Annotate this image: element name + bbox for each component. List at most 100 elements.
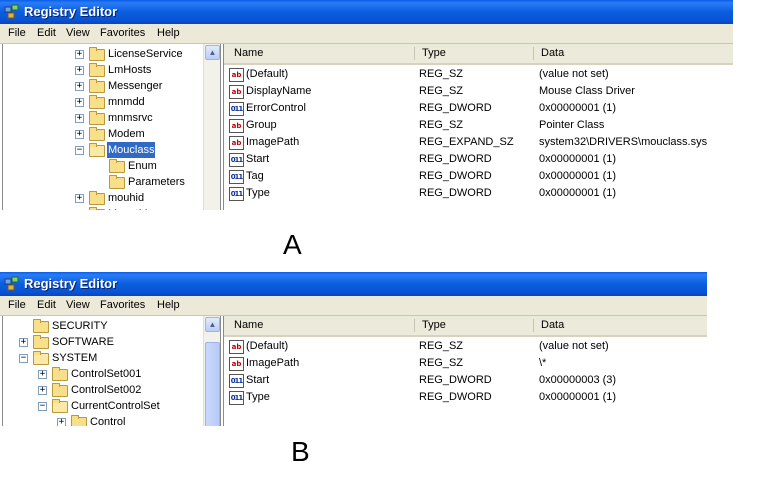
tree-item-label: SECURITY <box>52 320 108 332</box>
registry-value-row[interactable]: 011 Start REG_DWORD 0x00000001 (1) <box>224 151 733 168</box>
tree-vertical-scrollbar[interactable]: ▲ <box>203 316 220 426</box>
tree-item[interactable]: − SYSTEM <box>3 350 198 366</box>
expand-icon[interactable]: + <box>75 82 84 91</box>
column-separator[interactable] <box>414 319 415 332</box>
expand-icon[interactable]: + <box>57 418 66 426</box>
tree-item-label: mnmdd <box>108 96 145 108</box>
expand-icon[interactable]: + <box>75 130 84 139</box>
menu-favorites[interactable]: Favorites <box>98 298 147 313</box>
column-header-name[interactable]: Name <box>228 316 263 335</box>
tree-item[interactable]: + mnmsrvc <box>3 110 198 126</box>
tree-item[interactable]: − Mouclass <box>3 142 198 158</box>
tree-item[interactable]: + Modem <box>3 126 198 142</box>
scroll-thumb[interactable] <box>205 342 220 426</box>
column-separator[interactable] <box>533 319 534 332</box>
registry-key-tree[interactable]: SECURITY + SOFTWARE − SYSTEM + ControlSet001 + C… <box>2 316 221 426</box>
column-separator[interactable] <box>414 47 415 60</box>
tree-item-label: CurrentControlSet <box>71 400 160 412</box>
column-header-type[interactable]: Type <box>416 316 446 335</box>
tree-item[interactable]: + ControlSet002 <box>3 382 198 398</box>
tree-item[interactable]: + Control <box>3 414 198 426</box>
tree-item-label: MountMgr <box>107 206 159 210</box>
tree-item[interactable]: + mouhid <box>3 190 198 206</box>
tree-item[interactable]: + SOFTWARE <box>3 334 198 350</box>
expand-icon[interactable]: + <box>75 98 84 107</box>
title-bar[interactable]: Registry Editor <box>0 272 707 296</box>
column-header-type[interactable]: Type <box>416 44 446 63</box>
menu-help[interactable]: Help <box>155 26 182 41</box>
tree-item-label: ControlSet001 <box>71 368 142 380</box>
tree-item-label: Parameters <box>128 176 185 188</box>
value-name: DisplayName <box>246 85 312 97</box>
tree-item[interactable]: +MountMgr <box>3 206 198 210</box>
value-data: 0x00000001 (1) <box>539 391 617 403</box>
scroll-up-button[interactable]: ▲ <box>205 45 220 60</box>
folder-icon <box>89 63 105 77</box>
tree-item[interactable]: Parameters <box>3 174 198 190</box>
registry-value-row[interactable]: 011 ErrorControl REG_DWORD 0x00000001 (1… <box>224 100 733 117</box>
tree-item[interactable]: + LicenseService <box>3 46 198 62</box>
menu-view[interactable]: View <box>64 298 92 313</box>
column-separator[interactable] <box>533 47 534 60</box>
collapse-icon[interactable]: − <box>75 146 84 155</box>
tree-item[interactable]: Enum <box>3 158 198 174</box>
menu-file[interactable]: File <box>6 298 28 313</box>
expand-icon[interactable]: + <box>75 114 84 123</box>
expand-icon[interactable]: + <box>38 386 47 395</box>
registry-value-row[interactable]: ab (Default) REG_SZ (value not set) <box>224 66 733 83</box>
column-header-data[interactable]: Data <box>535 44 564 63</box>
tree-item[interactable]: + LmHosts <box>3 62 198 78</box>
registry-value-row[interactable]: ab (Default) REG_SZ (value not set) <box>224 338 707 355</box>
registry-editor-app-icon <box>4 276 20 292</box>
menu-file[interactable]: File <box>6 26 28 41</box>
registry-value-row[interactable]: ab ImagePath REG_SZ \* <box>224 355 707 372</box>
tree-item[interactable]: + ControlSet001 <box>3 366 198 382</box>
menu-bar: File Edit View Favorites Help <box>0 296 707 316</box>
tree-item[interactable]: + Messenger <box>3 78 198 94</box>
expand-icon[interactable]: + <box>75 66 84 75</box>
string-value-icon: ab <box>229 340 244 354</box>
registry-value-row[interactable]: 011 Type REG_DWORD 0x00000001 (1) <box>224 185 733 202</box>
menu-favorites[interactable]: Favorites <box>98 26 147 41</box>
tree-item-label: ControlSet002 <box>71 384 142 396</box>
registry-value-row[interactable]: 011 Type REG_DWORD 0x00000001 (1) <box>224 389 707 406</box>
expand-icon[interactable]: + <box>38 370 47 379</box>
tree-item[interactable]: SECURITY <box>3 318 198 334</box>
menu-edit[interactable]: Edit <box>35 26 58 41</box>
collapse-icon[interactable]: − <box>38 402 47 411</box>
tree-vertical-scrollbar[interactable]: ▲ <box>203 44 220 210</box>
scroll-up-button[interactable]: ▲ <box>205 317 220 332</box>
collapse-icon[interactable]: − <box>19 354 28 363</box>
expand-icon[interactable]: + <box>19 338 28 347</box>
registry-value-row[interactable]: 011 Start REG_DWORD 0x00000003 (3) <box>224 372 707 389</box>
tree-item[interactable]: + mnmdd <box>3 94 198 110</box>
registry-value-row[interactable]: ab DisplayName REG_SZ Mouse Class Driver <box>224 83 733 100</box>
menu-edit[interactable]: Edit <box>35 298 58 313</box>
column-header-name[interactable]: Name <box>228 44 263 63</box>
value-type: REG_DWORD <box>419 102 492 114</box>
registry-value-row[interactable]: ab ImagePath REG_EXPAND_SZ system32\DRIV… <box>224 134 733 151</box>
registry-values-list[interactable]: Name Type Data ab (Default) REG_SZ (value … <box>223 44 733 210</box>
registry-value-row[interactable]: ab Group REG_SZ Pointer Class <box>224 117 733 134</box>
expand-icon[interactable]: + <box>75 50 84 59</box>
value-type: REG_SZ <box>419 357 464 369</box>
value-name: ErrorControl <box>246 102 306 114</box>
list-header: Name Type Data <box>224 44 733 65</box>
menu-help[interactable]: Help <box>155 298 182 313</box>
value-type: REG_DWORD <box>419 374 492 386</box>
expand-icon[interactable]: + <box>75 194 84 203</box>
tree-item-label: Mouclass <box>107 142 156 158</box>
title-bar[interactable]: Registry Editor <box>0 0 733 24</box>
registry-values-list[interactable]: Name Type Data ab (Default) REG_SZ (value … <box>223 316 707 426</box>
menu-view[interactable]: View <box>64 26 92 41</box>
menu-bar: File Edit View Favorites Help <box>0 24 733 44</box>
registry-key-tree[interactable]: + LicenseService + LmHosts + Messenger + mnmdd +… <box>2 44 221 210</box>
tree-item[interactable]: − CurrentControlSet <box>3 398 198 414</box>
value-data: 0x00000001 (1) <box>539 187 617 199</box>
tree-item-label: LicenseService <box>108 48 183 60</box>
column-header-data[interactable]: Data <box>535 316 564 335</box>
value-name: Start <box>246 153 270 165</box>
value-data: (value not set) <box>539 340 609 352</box>
value-name: ImagePath <box>246 136 300 148</box>
registry-value-row[interactable]: 011 Tag REG_DWORD 0x00000001 (1) <box>224 168 733 185</box>
